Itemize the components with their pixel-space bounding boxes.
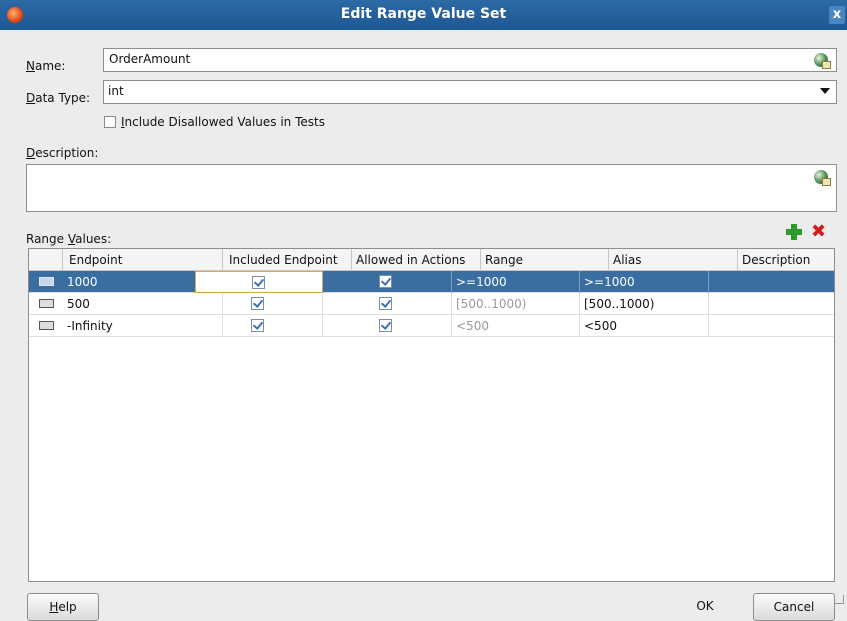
help-button[interactable]: Help: [27, 593, 99, 621]
data-type-value: int: [108, 84, 124, 98]
range-values-table[interactable]: Endpoint Included Endpoint Allowed in Ac…: [28, 248, 835, 582]
range-row-icon: [39, 299, 54, 308]
alias-cell[interactable]: >=1000: [580, 271, 709, 293]
allowed-in-actions-cell[interactable]: [323, 293, 452, 315]
included-endpoint-cell[interactable]: [195, 271, 323, 293]
include-disallowed-label: Include Disallowed Values in Tests: [121, 115, 325, 129]
table-row[interactable]: 500 [500..1000) [500..1000): [29, 293, 834, 315]
allowed-in-actions-checkbox[interactable]: [379, 319, 392, 332]
name-input[interactable]: OrderAmount: [103, 48, 837, 72]
included-endpoint-checkbox[interactable]: [251, 319, 264, 332]
range-row-icon: [39, 321, 54, 330]
alias-cell[interactable]: <500: [580, 315, 709, 337]
range-cell: [500..1000): [452, 293, 580, 315]
plus-icon[interactable]: [785, 223, 803, 241]
column-header-endpoint[interactable]: Endpoint: [63, 249, 223, 271]
window-title: Edit Range Value Set: [340, 6, 507, 22]
allowed-in-actions-cell[interactable]: [323, 315, 452, 337]
table-row[interactable]: 1000 >=1000 >=1000: [29, 271, 834, 293]
column-header-alias[interactable]: Alias: [609, 249, 738, 271]
name-label: Name:: [26, 59, 66, 73]
range-values-label: Range Values:: [26, 232, 112, 246]
cancel-button[interactable]: Cancel: [753, 593, 835, 621]
name-value: OrderAmount: [109, 52, 191, 66]
data-type-select[interactable]: int: [103, 80, 837, 104]
column-header-included-endpoint[interactable]: Included Endpoint: [223, 249, 352, 271]
included-endpoint-cell[interactable]: [195, 293, 323, 315]
included-endpoint-cell[interactable]: [195, 315, 323, 337]
delete-x-icon[interactable]: ✖: [811, 223, 826, 241]
description-label: Description:: [26, 146, 99, 160]
column-header-allowed-in-actions[interactable]: Allowed in Actions: [352, 249, 481, 271]
include-disallowed-checkbox[interactable]: [104, 116, 116, 128]
description-cell[interactable]: [709, 315, 834, 337]
range-cell: >=1000: [452, 271, 580, 293]
table-row[interactable]: -Infinity <500 <500: [29, 315, 834, 337]
chevron-down-icon: [820, 88, 830, 94]
range-cell: <500: [452, 315, 580, 337]
description-cell[interactable]: [709, 271, 834, 293]
included-endpoint-checkbox[interactable]: [251, 297, 264, 310]
title-bar: Edit Range Value Set x: [0, 0, 847, 30]
row-icon-header: [29, 249, 63, 271]
translate-globe-icon[interactable]: [814, 53, 831, 69]
description-cell[interactable]: [709, 293, 834, 315]
column-header-description[interactable]: Description: [738, 249, 834, 271]
ok-button[interactable]: OK: [668, 593, 742, 621]
allowed-in-actions-checkbox[interactable]: [379, 275, 392, 288]
allowed-in-actions-checkbox[interactable]: [379, 297, 392, 310]
column-header-range[interactable]: Range: [481, 249, 609, 271]
included-endpoint-checkbox[interactable]: [252, 276, 265, 289]
resize-grip-icon[interactable]: [835, 595, 844, 604]
range-row-icon: [39, 277, 54, 286]
allowed-in-actions-cell[interactable]: [323, 271, 452, 293]
close-icon[interactable]: x: [829, 6, 845, 24]
alias-cell[interactable]: [500..1000): [580, 293, 709, 315]
description-textarea[interactable]: [26, 164, 837, 212]
data-type-label: Data Type:: [26, 91, 91, 105]
translate-globe-icon[interactable]: [814, 170, 831, 186]
